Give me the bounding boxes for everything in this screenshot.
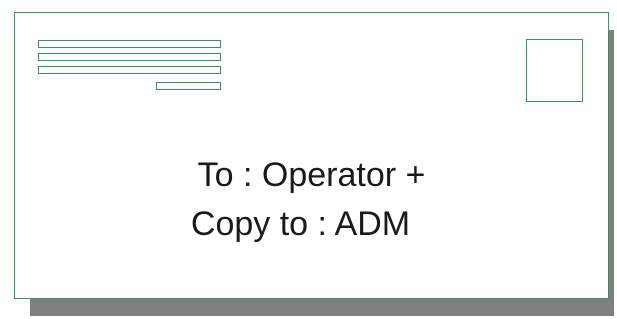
recipient-text: To : Operator + Copy to : ADM	[15, 151, 608, 249]
address-line	[38, 66, 221, 74]
stamp-placeholder-icon	[526, 39, 583, 102]
envelope: To : Operator + Copy to : ADM	[14, 12, 609, 299]
recipient-line-to: To : Operator +	[197, 156, 426, 194]
address-line	[156, 82, 221, 90]
address-line	[38, 53, 221, 61]
address-line	[38, 40, 221, 48]
recipient-line-copy: Copy to : ADM	[190, 205, 411, 243]
